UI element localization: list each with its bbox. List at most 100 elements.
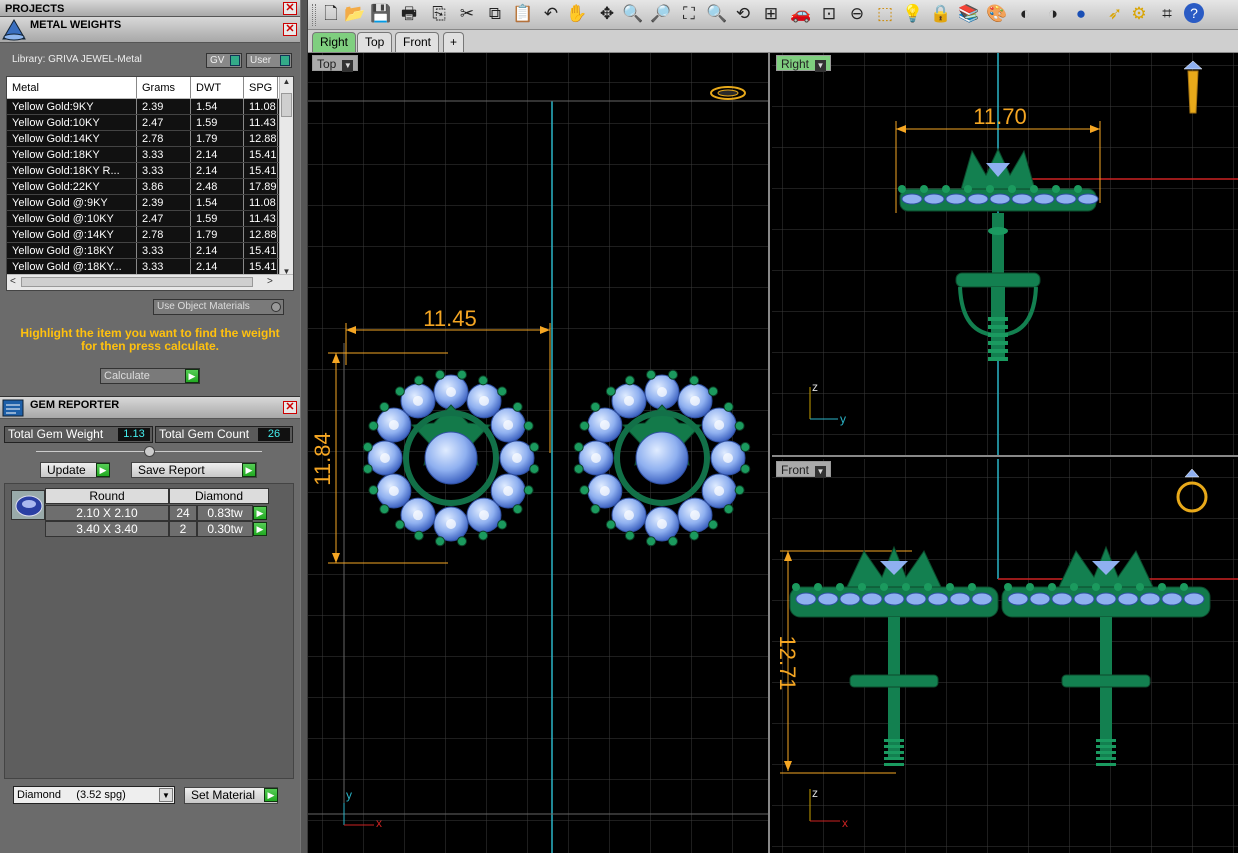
rotate-view-icon[interactable]: ✥ <box>596 3 618 25</box>
prong <box>740 442 751 453</box>
cut-icon[interactable]: ✂ <box>456 3 478 25</box>
prong <box>529 463 540 474</box>
open-folder-icon[interactable]: 📂 <box>344 3 366 25</box>
calculate-go-icon[interactable]: ▶ <box>185 369 199 383</box>
construction-plane-icon[interactable]: ⊖ <box>846 3 868 25</box>
top-axis-y: y <box>346 788 352 802</box>
help-icon[interactable]: ? <box>1184 3 1204 23</box>
prong <box>379 504 390 515</box>
prong <box>590 401 601 412</box>
prong <box>497 386 508 397</box>
light-bulb-icon[interactable]: 💡 <box>902 3 924 25</box>
table-row[interactable]: Yellow Gold:14KY 2.78 1.79 12.88 <box>7 131 293 147</box>
col-dwt[interactable]: DWT <box>191 77 244 98</box>
material-select[interactable]: Diamond (3.52 spg) ▼ <box>13 786 175 804</box>
prong <box>394 519 405 530</box>
rendered-sphere-icon[interactable]: ◑ <box>1042 3 1064 25</box>
horizontal-scrollbar[interactable]: < > <box>7 274 293 290</box>
user-toggle[interactable]: User <box>246 53 292 68</box>
car-icon[interactable]: 🚗 <box>790 3 812 25</box>
chevron-down-icon[interactable]: ▼ <box>815 60 827 72</box>
zoom-extents-icon[interactable]: ⛶ <box>678 3 700 25</box>
table-row[interactable]: Yellow Gold @:18KY... 3.33 2.14 15.41 <box>7 259 293 275</box>
table-row[interactable]: Yellow Gold:18KY R... 3.33 2.14 15.41 <box>7 163 293 179</box>
paste-icon[interactable]: 📋 <box>512 3 534 25</box>
prong <box>497 519 508 530</box>
panel-splitter[interactable] <box>300 0 308 853</box>
table-cell: 2.78 <box>137 131 191 146</box>
table-cell: 17.89 <box>244 179 278 194</box>
front-viewport[interactable]: 12.71 z x Front ▼ <box>772 459 1238 853</box>
top-viewport[interactable]: 11.45 11.84 y x Top ▼ <box>308 53 770 853</box>
color-wheel-icon[interactable]: 🎨 <box>986 3 1008 25</box>
table-row[interactable]: Yellow Gold:18KY 3.33 2.14 15.41 <box>7 147 293 163</box>
table-cell: 3.33 <box>137 163 191 178</box>
close-projects-icon[interactable]: ✕ <box>283 2 297 15</box>
table-cell: 1.54 <box>191 195 244 210</box>
zoom-icon[interactable]: 🔍 <box>622 3 644 25</box>
lock-icon[interactable]: 🔒 <box>930 3 952 25</box>
shaded-sphere-icon[interactable]: ◐ <box>1014 3 1036 25</box>
snap-icon[interactable]: ⌗ <box>1156 3 1178 25</box>
front-viewport-label[interactable]: Front ▼ <box>776 461 832 478</box>
table-row[interactable]: Yellow Gold:9KY 2.39 1.54 11.08 <box>7 99 293 115</box>
save-report-go-icon[interactable]: ▶ <box>242 463 256 477</box>
options-gear-icon[interactable]: ⚙ <box>1128 3 1150 25</box>
undo-icon[interactable]: ↶ <box>540 3 562 25</box>
new-file-icon[interactable]: 🗋 <box>320 3 342 25</box>
zoom-selected-icon[interactable]: 🔍 <box>706 3 728 25</box>
prong <box>723 401 734 412</box>
table-row[interactable]: Yellow Gold @:9KY 2.39 1.54 11.08 <box>7 195 293 211</box>
table-cell: Yellow Gold @:18KY <box>7 243 137 258</box>
table-row[interactable]: Yellow Gold @:18KY 3.33 2.14 15.41 <box>7 243 293 259</box>
select-arrow-icon[interactable]: ➶ <box>1104 3 1126 25</box>
table-row[interactable]: Yellow Gold:22KY 3.86 2.48 17.89 <box>7 179 293 195</box>
save-report-button[interactable]: Save Report <box>131 462 257 478</box>
chevron-down-icon[interactable]: ▼ <box>815 466 827 478</box>
zoom-window-icon[interactable]: 🔎 <box>650 3 672 25</box>
add-tab-icon[interactable]: + <box>443 32 465 52</box>
table-row[interactable]: Yellow Gold @:14KY 2.78 1.79 12.88 <box>7 227 293 243</box>
tab-right[interactable]: Right <box>312 32 357 52</box>
gem-cell: 3.40 X 3.40 <box>45 521 169 537</box>
close-metal-weights-icon[interactable]: ✕ <box>283 23 297 36</box>
four-viewports-icon[interactable]: ⊞ <box>760 3 782 25</box>
chevron-down-icon[interactable]: ▼ <box>342 60 354 72</box>
set-material-go-icon[interactable]: ▶ <box>264 788 278 802</box>
round-gem-icon[interactable] <box>11 490 45 520</box>
import-icon[interactable]: ⎘ <box>428 3 450 25</box>
prong <box>394 386 405 397</box>
gem-row-go-icon[interactable]: ▶ <box>253 522 267 536</box>
col-spg[interactable]: SPG <box>244 77 278 98</box>
tab-top[interactable]: Top <box>357 32 393 52</box>
update-go-icon[interactable]: ▶ <box>96 463 110 477</box>
right-viewport[interactable]: 11.70 z y Right ▼ <box>772 53 1238 457</box>
use-object-materials-checkbox[interactable]: Use Object Materials <box>153 299 284 315</box>
close-gem-reporter-icon[interactable]: ✕ <box>283 401 297 414</box>
layers-icon[interactable]: 📚 <box>958 3 980 25</box>
table-row[interactable]: Yellow Gold @:10KY 2.47 1.59 11.43 <box>7 211 293 227</box>
gv-toggle[interactable]: GV <box>206 53 242 68</box>
pan-hand-icon[interactable]: ✋ <box>566 3 588 25</box>
point-icon[interactable]: ⬚ <box>874 3 896 25</box>
divider-handle[interactable] <box>144 446 155 457</box>
top-viewport-label[interactable]: Top ▼ <box>312 55 359 72</box>
tab-front[interactable]: Front <box>395 32 440 52</box>
gem-row-go-icon[interactable]: ▶ <box>253 506 267 520</box>
col-grams[interactable]: Grams <box>137 77 191 98</box>
save-icon[interactable]: 💾 <box>370 3 392 25</box>
render-icon[interactable]: ● <box>1070 3 1092 25</box>
chevron-down-icon[interactable]: ▼ <box>159 788 173 802</box>
vertical-scrollbar[interactable]: ▲ ▼ <box>279 77 293 276</box>
copy-icon[interactable]: ⧉ <box>484 3 506 25</box>
table-cell: Yellow Gold @:18KY... <box>7 259 137 274</box>
col-metal[interactable]: Metal <box>7 77 137 98</box>
undo-view-icon[interactable]: ⟲ <box>732 3 754 25</box>
print-icon[interactable]: 🖶 <box>398 3 420 25</box>
table-row[interactable]: Yellow Gold:10KY 2.47 1.59 11.43 <box>7 115 293 131</box>
prong <box>605 519 616 530</box>
table-cell: 1.59 <box>191 115 244 130</box>
table-cell: Yellow Gold:18KY <box>7 147 137 162</box>
right-viewport-label[interactable]: Right ▼ <box>776 55 832 72</box>
grid-snap-icon[interactable]: ⊡ <box>818 3 840 25</box>
